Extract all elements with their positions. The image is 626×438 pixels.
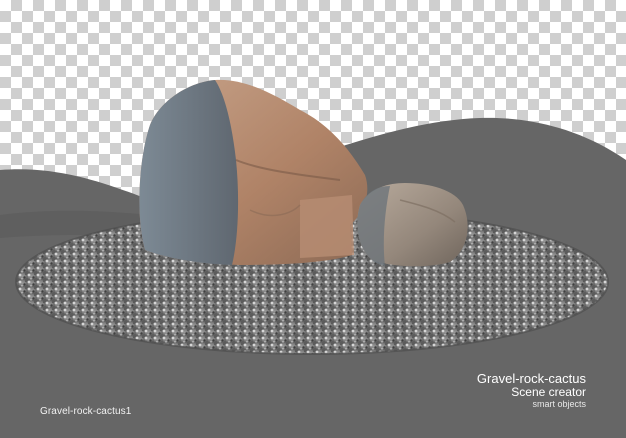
scene-caption-note: smart objects	[532, 399, 586, 409]
product-preview: Gravel-rock-cactus1 Gravel-rock-cactus S…	[0, 0, 626, 438]
scene-caption-title: Gravel-rock-cactus	[476, 371, 586, 386]
scene-caption-left: Gravel-rock-cactus1	[40, 406, 132, 417]
large-boulder	[139, 79, 368, 266]
small-boulder	[357, 183, 468, 267]
scene-caption-subtitle: Scene creator	[511, 385, 586, 399]
scene-caption-block: Gravel-rock-cactus Scene creator smart o…	[477, 371, 586, 409]
